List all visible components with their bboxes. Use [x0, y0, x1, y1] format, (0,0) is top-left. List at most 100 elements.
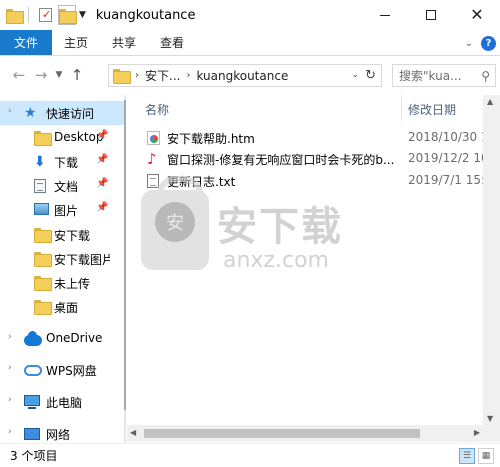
navigation-bar: ← → ▼ ↑ › 安下... › kuangkoutance ⌄ ↻ 搜索"k… — [0, 57, 500, 93]
expand-ribbon-chevron-icon[interactable]: ⌄ — [465, 38, 473, 49]
cloud-icon — [24, 331, 42, 346]
window-title: kuangkoutance — [95, 7, 196, 23]
minimize-button[interactable] — [362, 0, 408, 30]
item-count: 3 个项目 — [10, 449, 58, 463]
sidebar-item-label: 网络 — [46, 428, 71, 442]
close-icon: ✕ — [470, 5, 484, 24]
search-icon: ⚲ — [481, 68, 490, 83]
folder-icon[interactable] — [6, 8, 24, 24]
sidebar-item-label: WPS网盘 — [46, 364, 97, 378]
expand-chevron-icon[interactable]: › — [8, 332, 12, 342]
back-arrow-icon[interactable]: ← — [8, 64, 30, 86]
ribbon-controls: ⌄ ? — [465, 30, 496, 56]
sidebar-item-folder[interactable]: 桌面 — [0, 295, 124, 319]
column-divider[interactable] — [401, 95, 402, 121]
sidebar-item-quick-access[interactable]: › ★ 快速访问 — [0, 101, 124, 125]
expand-chevron-icon[interactable]: › — [8, 427, 12, 437]
breadcrumb-separator-icon[interactable]: › — [186, 70, 190, 81]
tab-share[interactable]: 共享 — [100, 30, 148, 55]
horizontal-scrollbar-thumb[interactable] — [144, 429, 420, 438]
properties-icon[interactable]: ✓ — [39, 8, 52, 22]
pin-icon: 📌 — [96, 130, 109, 141]
forward-arrow-icon[interactable]: → — [30, 64, 52, 86]
title-bar: ✓ ▼ kuangkoutance ✕ — [0, 0, 500, 30]
expand-chevron-icon[interactable]: › — [8, 395, 12, 405]
folder-icon — [34, 300, 52, 315]
sidebar-item-wps-drive[interactable]: › WPS网盘 — [0, 358, 124, 382]
column-header-date-modified[interactable]: 修改日期 — [408, 101, 456, 118]
htm-file-icon — [147, 131, 160, 145]
quick-access-toolbar: ✓ ▼ — [0, 0, 86, 30]
music-file-icon: ♪ — [147, 150, 157, 168]
scroll-up-arrow-icon[interactable]: ▲ — [487, 97, 493, 106]
file-name: 更新日志.txt — [167, 175, 236, 189]
file-name: 窗口探测-修复有无响应窗口时会卡死的b... — [167, 153, 395, 167]
breadcrumb-separator-icon[interactable]: › — [135, 70, 139, 81]
vertical-scrollbar[interactable]: ▲ ▼ — [483, 95, 500, 425]
minimize-icon — [380, 14, 390, 16]
scroll-down-arrow-icon[interactable]: ▼ — [487, 414, 493, 423]
sidebar-item-network[interactable]: › 网络 — [0, 422, 124, 443]
sidebar-item-folder[interactable]: 安下载图片 — [0, 247, 124, 271]
sidebar-item-label: 安下载图片 — [54, 253, 110, 267]
sidebar-item-folder[interactable]: 未上传 — [0, 271, 124, 295]
computer-icon — [24, 395, 40, 409]
sidebar-item-onedrive[interactable]: › OneDrive — [0, 327, 124, 351]
folder-icon — [34, 252, 52, 267]
toolbar-divider — [28, 7, 29, 23]
tab-file[interactable]: 文件 — [0, 30, 53, 55]
scroll-right-arrow-icon[interactable]: ▶ — [474, 428, 480, 437]
customize-toolbar-chevron-down-icon[interactable]: ▼ — [79, 10, 86, 20]
search-input[interactable]: 搜索"kua... ⚲ — [392, 64, 496, 87]
help-icon[interactable]: ? — [481, 35, 496, 51]
sidebar-item-this-pc[interactable]: › 此电脑 — [0, 390, 124, 414]
sidebar-item-downloads[interactable]: ⬇ 下载 📌 — [0, 150, 124, 174]
maximize-button[interactable] — [408, 0, 454, 30]
address-bar[interactable]: › 安下... › kuangkoutance ⌄ ↻ — [108, 64, 382, 87]
folder-icon — [34, 228, 52, 243]
window-controls: ✕ — [362, 0, 500, 30]
file-name: 安下载帮助.htm — [167, 132, 255, 146]
new-folder-button[interactable] — [58, 5, 77, 25]
tab-view[interactable]: 查看 — [148, 30, 196, 55]
sidebar-item-label: 此电脑 — [46, 396, 83, 410]
expand-chevron-icon[interactable]: › — [8, 106, 12, 116]
folder-icon — [59, 8, 77, 24]
star-icon: ★ — [24, 105, 37, 121]
navigation-scrollbar-thumb[interactable] — [124, 100, 126, 410]
expand-chevron-icon[interactable]: › — [8, 363, 12, 373]
maximize-icon — [426, 10, 436, 20]
sort-ascending-icon: ⌃ — [265, 95, 273, 102]
folder-icon — [113, 69, 131, 84]
document-icon — [34, 179, 46, 193]
horizontal-scrollbar[interactable]: ◀ ▶ — [127, 425, 483, 442]
scrollbar-corner — [483, 425, 500, 442]
recent-locations-chevron-icon[interactable]: ▼ — [52, 64, 66, 86]
sidebar-item-label: 快速访问 — [46, 107, 95, 121]
sidebar-item-desktop[interactable]: Desktop 📌 — [0, 126, 124, 150]
up-arrow-icon[interactable]: ↑ — [66, 64, 88, 86]
scroll-left-arrow-icon[interactable]: ◀ — [130, 428, 136, 437]
close-button[interactable]: ✕ — [454, 0, 500, 30]
sidebar-item-pictures[interactable]: 图片 📌 — [0, 198, 124, 222]
pin-icon: 📌 — [96, 202, 109, 213]
address-history-chevron-icon[interactable]: ⌄ — [351, 70, 359, 80]
folder-icon — [34, 276, 52, 291]
table-row[interactable]: 更新日志.txt 2019/7/1 15:29 — [127, 170, 500, 192]
column-headers: 名称 ⌃ 修改日期 — [127, 95, 500, 121]
download-arrow-icon: ⬇ — [34, 154, 46, 170]
sidebar-item-folder[interactable]: 安下载 — [0, 223, 124, 247]
large-icons-view-icon[interactable]: ▦ — [478, 448, 494, 464]
table-row[interactable]: 安下载帮助.htm 2018/10/30 18:4 — [127, 127, 500, 149]
view-switcher: ☰ ▦ — [459, 448, 494, 464]
sidebar-item-documents[interactable]: 文档 📌 — [0, 174, 124, 198]
status-bar: 3 个项目 ☰ ▦ — [0, 443, 500, 467]
breadcrumb-current[interactable]: kuangkoutance — [196, 69, 288, 83]
tab-home[interactable]: 主页 — [52, 30, 100, 55]
column-header-name[interactable]: 名称 — [145, 101, 169, 118]
cloud-drive-icon — [24, 365, 42, 376]
table-row[interactable]: ♪ 窗口探测-修复有无响应窗口时会卡死的b... 2019/12/2 10:22 — [127, 148, 500, 170]
refresh-icon[interactable]: ↻ — [365, 68, 376, 83]
details-view-icon[interactable]: ☰ — [459, 448, 475, 464]
breadcrumb-parent[interactable]: 安下... — [145, 67, 180, 84]
